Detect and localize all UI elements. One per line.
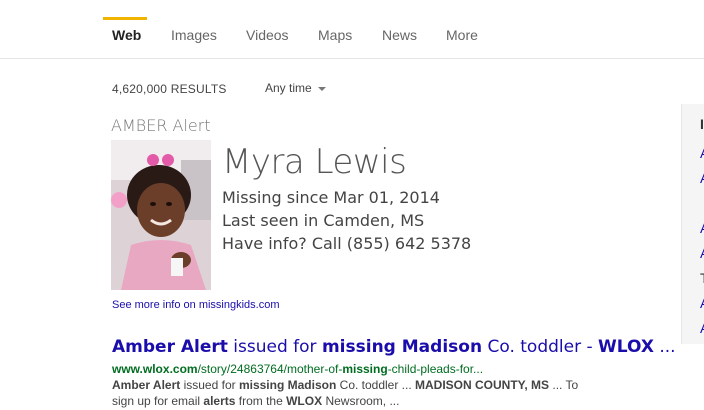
sidebar-text: T — [700, 270, 704, 286]
snip1-text-1: issued for — [180, 378, 239, 392]
sidebar-link-3[interactable]: A — [700, 220, 704, 236]
title-bold-1: Amber Alert — [112, 337, 228, 357]
title-bold-2: missing Madison — [321, 337, 483, 357]
sidebar-link-6[interactable]: A — [700, 320, 704, 336]
snip2-bold-2: WLOX — [286, 394, 323, 408]
sidebar-heading: I — [700, 116, 704, 132]
have-info-phone: Have info? Call (855) 642 5378 — [222, 234, 472, 253]
results-count: 4,620,000 RESULTS — [112, 82, 227, 96]
url-domain: www.wlox.com — [112, 362, 198, 376]
caret-down-icon — [317, 86, 326, 91]
title-text-3: ... — [653, 337, 676, 357]
missing-since: Missing since Mar 01, 2014 — [222, 188, 440, 207]
sidebar-link-2[interactable]: A — [700, 170, 704, 186]
tab-web[interactable]: Web — [112, 27, 141, 43]
snip1-bold-3: MADISON COUNTY, MS — [415, 378, 550, 392]
last-seen: Last seen in Camden, MS — [222, 211, 425, 230]
title-text-2: Co. toddler - — [482, 337, 599, 357]
title-bold-3: WLOX — [598, 337, 654, 357]
url-path-1: /story/24863764/mother-of- — [197, 362, 343, 376]
result-url[interactable]: www.wlox.com/story/24863764/mother-of-mi… — [112, 362, 483, 376]
time-filter-dropdown[interactable]: Any time — [265, 81, 326, 95]
snip1-text-2: Co. toddler ... — [336, 378, 416, 392]
sidebar-link-5[interactable]: A — [700, 295, 704, 311]
url-bold: missing — [342, 362, 388, 376]
top-navigation: Web Images Videos Maps News More — [0, 0, 704, 59]
tab-videos[interactable]: Videos — [246, 27, 289, 43]
result-title-link[interactable]: Amber Alert issued for missing Madison C… — [112, 337, 676, 357]
snip2-text-2: from the — [235, 394, 287, 408]
snip1-bold-2: missing Madison — [238, 378, 337, 392]
result-snippet-line-2: sign up for email alerts from the WLOX N… — [112, 393, 632, 409]
missing-child-photo[interactable] — [111, 140, 211, 290]
title-text-1: issued for — [227, 337, 322, 357]
snip2-text-1: sign up for email — [112, 394, 204, 408]
active-tab-indicator — [103, 17, 147, 20]
snip1-bold-1: Amber Alert — [112, 378, 181, 392]
tab-maps[interactable]: Maps — [318, 27, 352, 43]
child-photo-image — [111, 140, 211, 290]
sidebar-link-1[interactable]: A — [700, 145, 704, 161]
snip2-bold-1: alerts — [203, 394, 236, 408]
sidebar-link-4[interactable]: A — [700, 245, 704, 261]
tab-news[interactable]: News — [382, 27, 417, 43]
time-filter-label: Any time — [265, 81, 312, 95]
tab-images[interactable]: Images — [171, 27, 217, 43]
child-name: Myra Lewis — [222, 142, 407, 182]
tab-more[interactable]: More — [446, 27, 478, 43]
snip2-text-3: Newsroom, ... — [322, 394, 400, 408]
see-more-link[interactable]: See more info on missingkids.com — [112, 299, 280, 311]
url-path-2: -child-pleads-for... — [387, 362, 484, 376]
amber-alert-label: AMBER Alert — [111, 116, 211, 135]
result-snippet-line-1: Amber Alert issued for missing Madison C… — [112, 377, 632, 393]
snip1-text-3: ... To — [549, 378, 579, 392]
